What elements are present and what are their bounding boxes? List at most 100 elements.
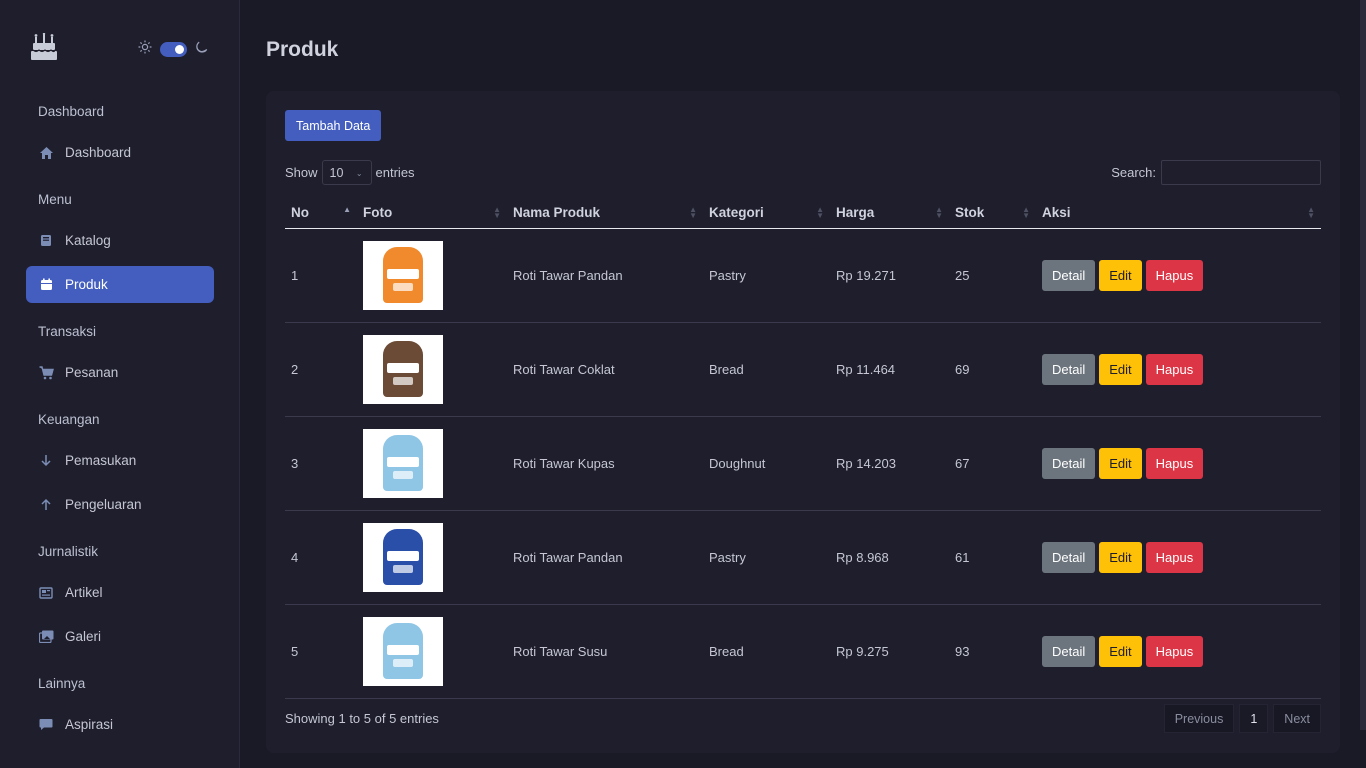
detail-button[interactable]: Detail [1042,447,1096,479]
detail-button[interactable]: Detail [1042,541,1096,573]
delete-button[interactable]: Hapus [1145,447,1204,479]
sidebar-item-artikel[interactable]: Artikel [26,574,214,611]
arrow-down-icon [38,453,54,469]
delete-button[interactable]: Hapus [1145,541,1204,573]
sidebar-section-keuangan: Keuangan [38,412,100,427]
sort-icon: ▲ ▼ [816,205,824,220]
detail-button[interactable]: Detail [1042,259,1096,291]
sidebar-item-dashboard[interactable]: Dashboard [26,134,214,171]
delete-button[interactable]: Hapus [1145,353,1204,385]
previous-page-button[interactable]: Previous [1163,704,1235,733]
sort-icon: ▲ ▼ [935,205,943,220]
cell-price: Rp 11.464 [830,322,949,417]
cell-no: 4 [285,510,357,605]
sidebar-item-label: Dashboard [65,145,132,160]
sidebar-item-produk[interactable]: Produk [26,266,214,303]
cell-stock: 25 [949,228,1036,323]
page-1-button[interactable]: 1 [1239,704,1269,733]
bread-package-image [383,623,423,679]
sidebar-section-transaksi: Transaksi [38,324,97,339]
column-header-foto[interactable]: Foto ▲ ▼ [357,198,507,229]
edit-button[interactable]: Edit [1099,635,1142,667]
images-icon [38,629,54,645]
entries-select[interactable]: 10 ⌄ [321,160,372,185]
sidebar-section-lainnya: Lainnya [38,676,86,691]
cell-no: 3 [285,416,357,511]
cake-logo-icon[interactable] [31,32,57,61]
cell-price: Rp 19.271 [830,228,949,323]
sidebar-item-katalog[interactable]: Katalog [26,222,214,259]
sidebar-item-label: Katalog [65,233,111,248]
cell-price: Rp 9.275 [830,604,949,699]
edit-button[interactable]: Edit [1099,259,1142,291]
cell-product-name: Roti Tawar Pandan [507,228,703,323]
table-row: 2 Roti Tawar Coklat Bread Rp 11.464 69 D… [285,322,1321,417]
chat-icon [38,717,54,733]
product-photo [363,522,443,592]
add-data-button[interactable]: Tambah Data [285,110,382,141]
cell-category: Bread [703,604,830,699]
moon-icon [195,41,208,59]
sidebar-item-galeri[interactable]: Galeri [26,618,214,655]
cell-photo [357,510,507,605]
bread-package-image [383,341,423,397]
edit-button[interactable]: Edit [1099,353,1142,385]
table-info: Showing 1 to 5 of 5 entries [285,711,439,726]
next-page-button[interactable]: Next [1273,704,1321,733]
sidebar-item-label: Pemasukan [65,453,137,468]
show-label: Show [285,165,318,180]
sidebar-item-pemasukan[interactable]: Pemasukan [26,442,214,479]
column-header-aksi[interactable]: Aksi ▲ ▼ [1036,198,1321,229]
column-header-stok[interactable]: Stok ▲ ▼ [949,198,1036,229]
sidebar-item-label: Pesanan [65,365,119,380]
sidebar-section-jurnalistik: Jurnalistik [38,544,99,559]
cell-price: Rp 8.968 [830,510,949,605]
column-header-kategori[interactable]: Kategori ▲ ▼ [703,198,830,229]
sidebar-item-pesanan[interactable]: Pesanan [26,354,214,391]
cell-product-name: Roti Tawar Kupas [507,416,703,511]
cell-actions: Detail Edit Hapus [1036,604,1321,699]
cell-category: Pastry [703,510,830,605]
cell-stock: 67 [949,416,1036,511]
sidebar-section-menu: Menu [38,192,72,207]
cell-category: Doughnut [703,416,830,511]
calendar-icon [38,277,54,293]
theme-switcher [138,40,208,59]
cell-price: Rp 14.203 [830,416,949,511]
sort-icon: ▲ ▼ [1307,205,1315,220]
search-input[interactable] [1161,160,1321,185]
table-row: 4 Roti Tawar Pandan Pastry Rp 8.968 61 D… [285,510,1321,605]
bread-package-image [383,247,423,303]
delete-button[interactable]: Hapus [1145,635,1204,667]
cell-actions: Detail Edit Hapus [1036,416,1321,511]
sort-icon: ▲ ▼ [689,205,697,220]
bread-package-image [383,435,423,491]
sidebar-item-pengeluaran[interactable]: Pengeluaran [26,486,214,523]
column-header-no[interactable]: No ▲ [285,198,357,229]
product-photo [363,334,443,404]
theme-toggle[interactable] [160,42,187,57]
sort-icon: ▲ ▼ [1022,205,1030,220]
entries-select-value: 10 [329,165,344,180]
sidebar-item-label: Produk [65,277,108,292]
cart-icon [38,365,54,381]
page-scrollbar[interactable] [1360,0,1366,730]
delete-button[interactable]: Hapus [1145,259,1204,291]
detail-button[interactable]: Detail [1042,635,1096,667]
sort-asc-icon: ▲ [343,205,351,214]
column-header-harga[interactable]: Harga ▲ ▼ [830,198,949,229]
cell-photo [357,322,507,417]
edit-button[interactable]: Edit [1099,541,1142,573]
edit-button[interactable]: Edit [1099,447,1142,479]
cell-stock: 93 [949,604,1036,699]
sidebar-item-aspirasi[interactable]: Aspirasi [26,706,214,743]
cell-actions: Detail Edit Hapus [1036,228,1321,323]
sidebar-item-label: Pengeluaran [65,497,142,512]
detail-button[interactable]: Detail [1042,353,1096,385]
cell-product-name: Roti Tawar Coklat [507,322,703,417]
sidebar-item-label: Artikel [65,585,103,600]
book-icon [38,233,54,249]
cell-photo [357,416,507,511]
column-header-nama-produk[interactable]: Nama Produk ▲ ▼ [507,198,703,229]
cell-no: 1 [285,228,357,323]
